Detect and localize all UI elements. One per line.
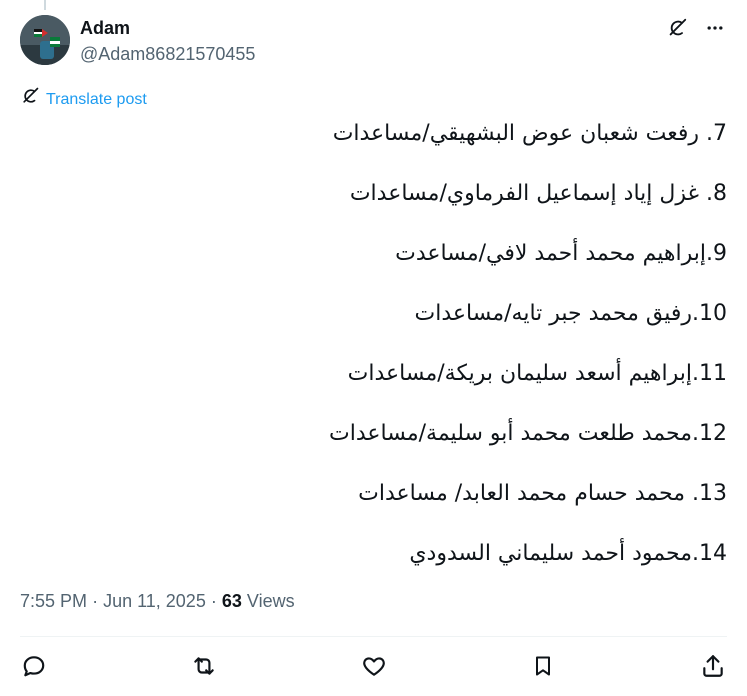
thread-connector-line	[44, 0, 46, 10]
post-text-line: 10.رفيق محمد جبر تايه/مساعدات	[414, 301, 728, 326]
avatar[interactable]	[20, 15, 70, 65]
divider	[20, 636, 727, 637]
bookmark-icon[interactable]	[529, 652, 557, 680]
grok-icon[interactable]	[665, 16, 689, 40]
post-text-line: 11.إبراهيم أسعد سليمان بريكة/مساعدات	[347, 361, 727, 386]
author-name[interactable]: Adam	[80, 17, 130, 39]
action-bar	[20, 652, 727, 680]
more-icon[interactable]	[703, 16, 727, 40]
translate-icon	[20, 86, 40, 113]
post-text-line: 9.إبراهيم محمد أحمد لافي/مساعدت	[395, 241, 727, 266]
post-text-line: 7. رفعت شعبان عوض البشهيقي/مساعدات	[332, 121, 727, 146]
translate-post-label: Translate post	[46, 90, 147, 108]
views-label: Views	[246, 591, 295, 611]
post-date[interactable]: Jun 11, 2025	[103, 589, 206, 613]
share-icon[interactable]	[699, 652, 727, 680]
post-text-line: 14.محمود أحمد سليماني السدودي	[409, 541, 727, 566]
like-icon[interactable]	[360, 652, 388, 680]
post-text: 7. رفعت شعبان عوض البشهيقي/مساعدات 8. غز…	[27, 114, 727, 594]
top-actions	[665, 16, 727, 40]
post-text-line: 12.محمد طلعت محمد أبو سليمة/مساعدات	[329, 421, 727, 446]
post-text-line: 13. محمد حسام محمد العابد/ مساعدات	[358, 481, 727, 506]
post-text-line: 8. غزل إياد إسماعيل الفرماوي/مساعدات	[349, 181, 727, 206]
views-count: 63	[221, 591, 242, 611]
post-meta: 7:55 PM · Jun 11, 2025 · 63 Views	[20, 589, 295, 613]
reply-icon[interactable]	[20, 652, 48, 680]
repost-icon[interactable]	[190, 652, 218, 680]
post-time[interactable]: 7:55 PM	[20, 589, 87, 613]
translate-post-link[interactable]: Translate post	[20, 86, 147, 113]
author-handle[interactable]: @Adam86821570455	[80, 43, 255, 65]
